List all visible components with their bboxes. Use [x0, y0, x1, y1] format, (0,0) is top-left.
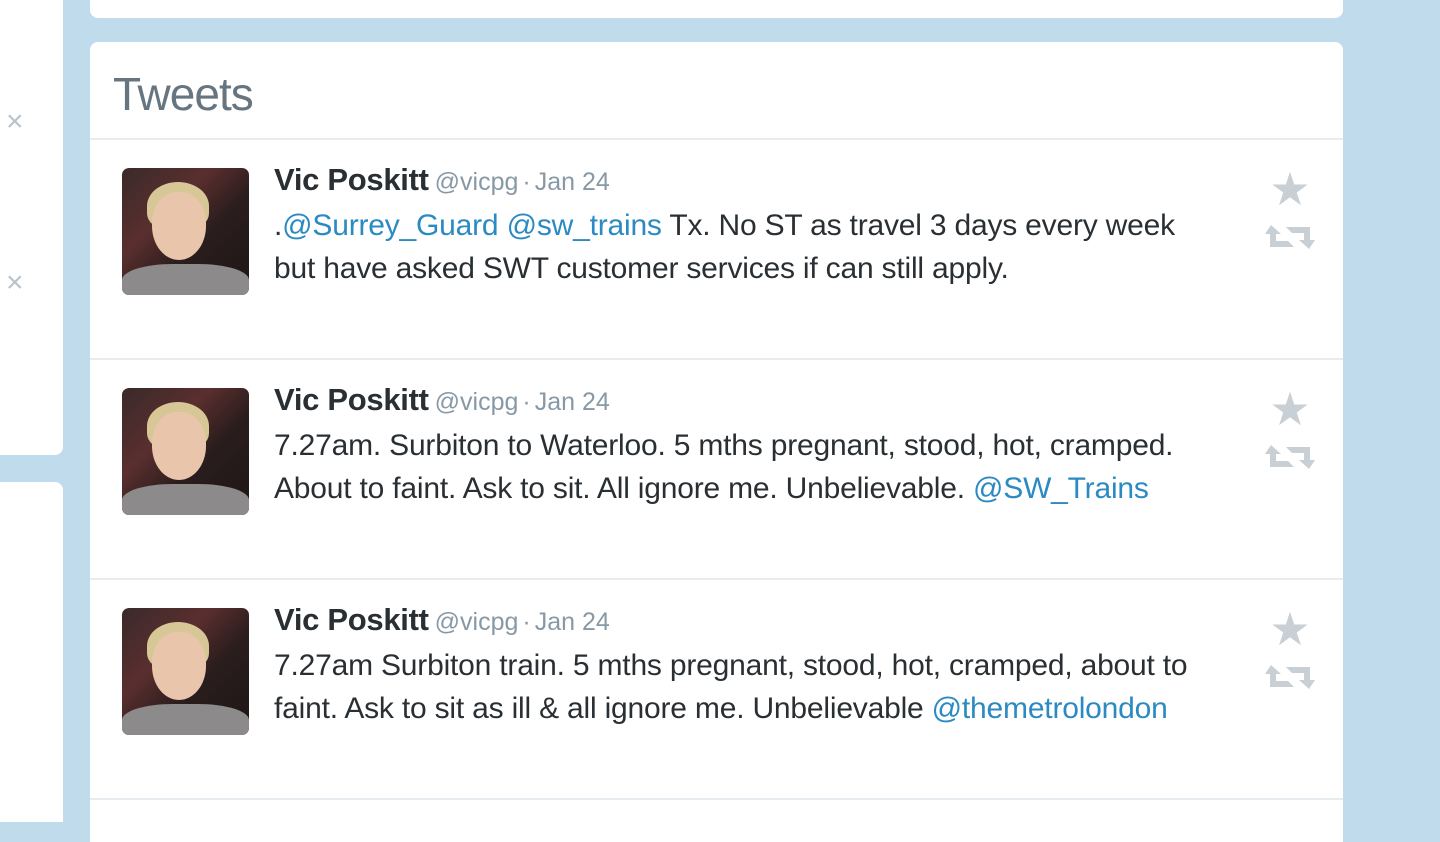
top-card [90, 0, 1343, 18]
tweets-title: Tweets [113, 68, 254, 120]
left-panel-bottom [0, 482, 63, 822]
tweet-timestamp[interactable]: Jan 24 [535, 388, 610, 416]
tweet-author-handle[interactable]: @vicpg [435, 168, 519, 196]
meta-separator: · [522, 608, 531, 636]
star-icon[interactable]: ★ [1269, 605, 1310, 653]
meta-separator: · [522, 168, 531, 196]
retweet-icon[interactable] [1263, 219, 1317, 255]
tweet-meta: Vic Poskitt @vicpg · Jan 24 [274, 602, 1194, 644]
tweet-item[interactable]: Vic Poskitt @vicpg · Jan 24 7.27am. Surbito… [90, 360, 1343, 580]
tweet-mention-link[interactable]: @themetrolondon [932, 692, 1168, 725]
tweet-text: .@Surrey_Guard @sw_trains Tx. No ST as t… [274, 204, 1194, 290]
star-icon[interactable]: ★ [1269, 385, 1310, 433]
tweet-mention-link[interactable]: @Surrey_Guard [282, 209, 498, 242]
avatar[interactable] [122, 388, 249, 515]
tweet-actions: ★ [1260, 165, 1320, 255]
tweet-mention-link[interactable]: @sw_trains [507, 209, 662, 242]
avatar-face [152, 632, 206, 700]
tweet-content: Vic Poskitt @vicpg · Jan 24 7.27am Surbiton… [274, 602, 1194, 730]
avatar[interactable] [122, 168, 249, 295]
meta-separator: · [522, 388, 531, 416]
tweets-header: Tweets [90, 42, 1343, 140]
avatar-shirt [122, 484, 249, 515]
tweet-author-name[interactable]: Vic Poskitt [274, 382, 429, 417]
tweet-author-name[interactable]: Vic Poskitt [274, 602, 429, 637]
tweet-text-segment: . [274, 209, 283, 242]
star-icon[interactable]: ★ [1269, 165, 1310, 213]
tweet-text: 7.27am. Surbiton to Waterloo. 5 mths pre… [274, 424, 1194, 510]
left-panel-top: × × [0, 0, 63, 455]
avatar-shirt [122, 264, 249, 295]
avatar-face [152, 412, 206, 480]
tweet-author-name[interactable]: Vic Poskitt [274, 162, 429, 197]
tweet-author-handle[interactable]: @vicpg [435, 388, 519, 416]
tweet-item[interactable]: Vic Poskitt @vicpg · Jan 24 7.27am Surbiton… [90, 580, 1343, 800]
tweet-content: Vic Poskitt @vicpg · Jan 24 .@Surrey_Guard … [274, 162, 1194, 290]
retweet-icon[interactable] [1263, 659, 1317, 695]
avatar[interactable] [122, 608, 249, 735]
tweet-list: Vic Poskitt @vicpg · Jan 24 .@Surrey_Guard … [90, 140, 1343, 800]
tweet-timestamp[interactable]: Jan 24 [535, 168, 610, 196]
tweet-actions: ★ [1260, 385, 1320, 475]
retweet-icon[interactable] [1263, 439, 1317, 475]
close-icon[interactable]: × [6, 107, 24, 137]
tweets-card: Tweets Vic Poskitt @vicpg · Jan 24 .@Surrey… [90, 42, 1343, 842]
tweet-content: Vic Poskitt @vicpg · Jan 24 7.27am. Surbito… [274, 382, 1194, 510]
tweet-text: 7.27am Surbiton train. 5 mths pregnant, … [274, 644, 1194, 730]
tweet-author-handle[interactable]: @vicpg [435, 608, 519, 636]
tweet-item[interactable]: Vic Poskitt @vicpg · Jan 24 .@Surrey_Guard … [90, 140, 1343, 360]
avatar-shirt [122, 704, 249, 735]
tweet-actions: ★ [1260, 605, 1320, 695]
avatar-face [152, 192, 206, 260]
close-icon[interactable]: × [6, 268, 24, 298]
tweet-text-segment [498, 209, 506, 242]
tweet-meta: Vic Poskitt @vicpg · Jan 24 [274, 162, 1194, 204]
tweet-meta: Vic Poskitt @vicpg · Jan 24 [274, 382, 1194, 424]
tweet-timestamp[interactable]: Jan 24 [535, 608, 610, 636]
tweet-mention-link[interactable]: @SW_Trains [973, 472, 1149, 505]
